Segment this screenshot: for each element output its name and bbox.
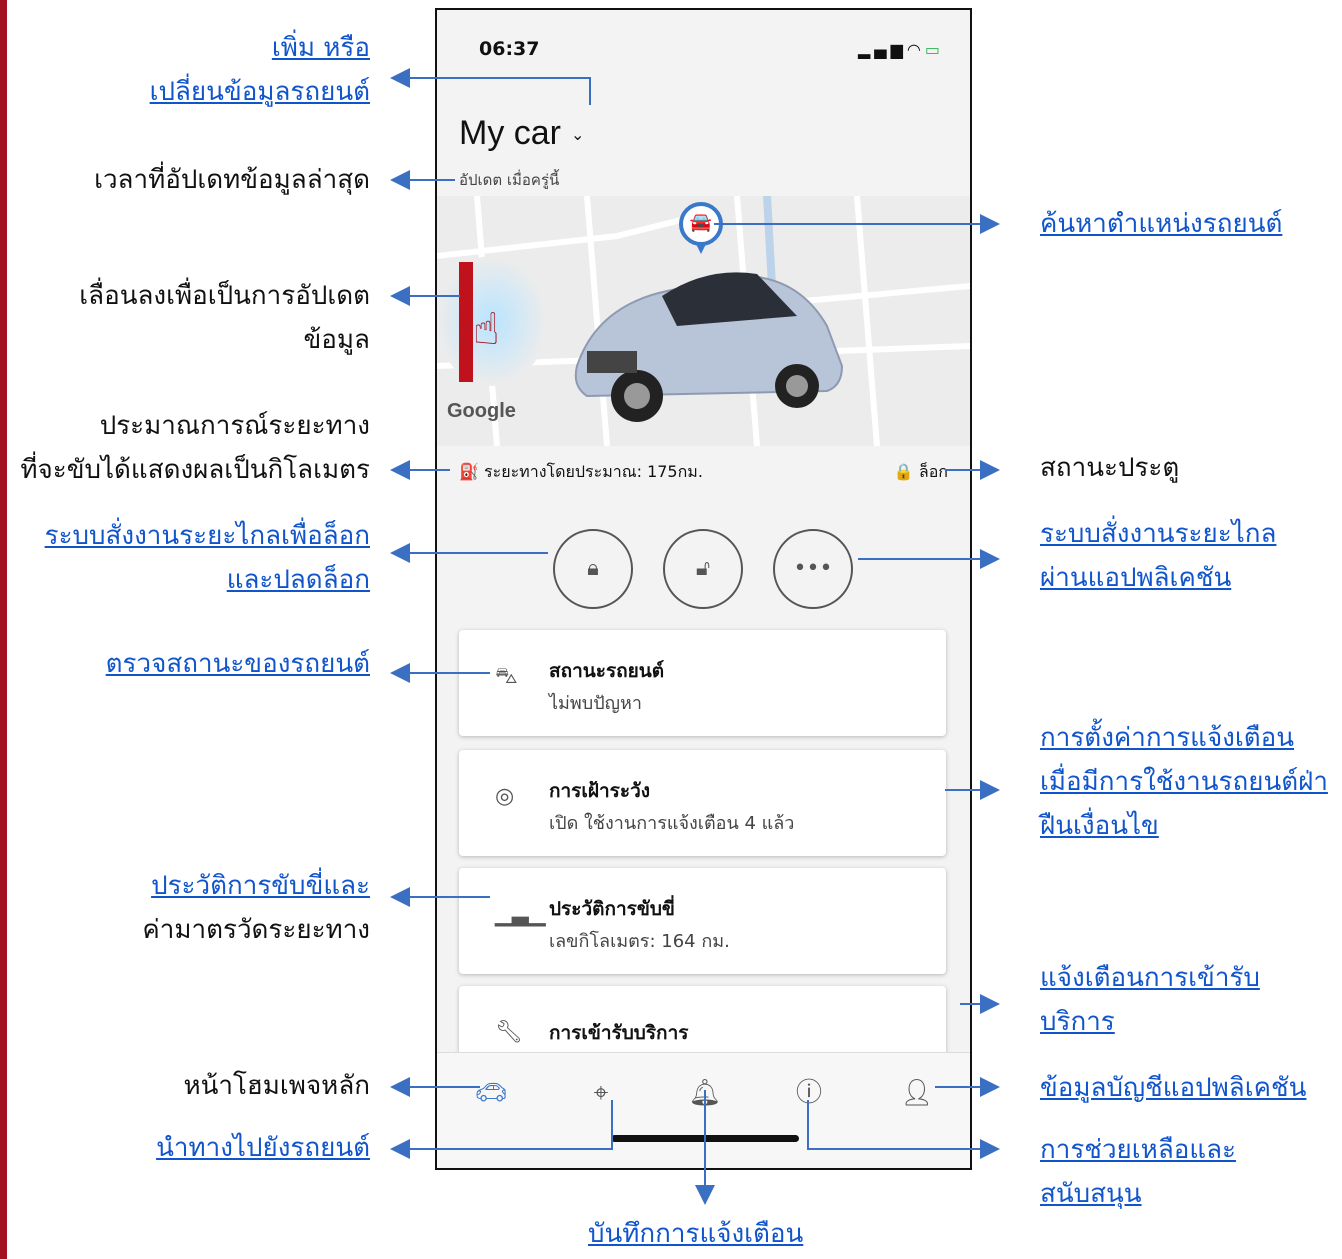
ann-check-status[interactable]: ตรวจสถานะของรถยนต์: [106, 642, 370, 686]
ann-line: ฝืนเงื่อนไข: [1040, 811, 1159, 841]
ann-door-status: สถานะประตู: [1040, 453, 1180, 483]
ann-history: ประวัติการขับขี่และ ค่ามาตรวัดระยะทาง: [142, 864, 370, 952]
ann-line: เปลี่ยนข้อมูลรถยนต์: [149, 77, 370, 107]
ann-remote-lock[interactable]: ระบบสั่งงานระยะไกลเพื่อล็อก และปลดล็อก: [45, 514, 370, 602]
ann-notif-log[interactable]: บันทึกการแจ้งเตือน: [588, 1212, 803, 1256]
ann-line: ข้อมูล: [303, 325, 370, 355]
ann-add-change[interactable]: เพิ่ม หรือ เปลี่ยนข้อมูลรถยนต์: [150, 26, 370, 114]
ann-last-update: เวลาที่อัปเดทข้อมูลล่าสุด: [94, 165, 370, 195]
ann-line: เลื่อนลงเพื่อเป็นการอัปเดต: [79, 281, 370, 311]
ann-navigate[interactable]: นำทางไปยังรถยนต์: [156, 1126, 370, 1170]
ann-line: การตั้งค่าการแจ้งเตือน: [1040, 723, 1295, 753]
ann-line: การช่วยเหลือและ: [1040, 1135, 1237, 1165]
ann-support[interactable]: การช่วยเหลือและ สนับสนุน: [1040, 1128, 1236, 1216]
ann-line: บริการ: [1040, 1007, 1115, 1037]
ann-find-car[interactable]: ค้นหาตำแหน่งรถยนต์: [1040, 202, 1282, 246]
ann-remote-app[interactable]: ระบบสั่งงานระยะไกล ผ่านแอปพลิเคชัน: [1040, 512, 1276, 600]
ann-line: ระบบสั่งงานระยะไกล: [1040, 519, 1277, 549]
ann-line: เมื่อมีการใช้งานรถยนต์ฝ่า: [1040, 767, 1328, 797]
ann-line: ระบบสั่งงานระยะไกลเพื่อล็อก: [44, 521, 370, 551]
ann-line: ค่ามาตรวัดระยะทาง: [142, 915, 370, 945]
ann-pull-down: เลื่อนลงเพื่อเป็นการอัปเดต ข้อมูล: [79, 274, 370, 362]
ann-line: เพิ่ม หรือ: [271, 33, 370, 63]
ann-service[interactable]: แจ้งเตือนการเข้ารับ บริการ: [1040, 956, 1260, 1044]
ann-line: ผ่านแอปพลิเคชัน: [1040, 563, 1232, 593]
ann-line: และปลดล็อก: [226, 565, 370, 595]
ann-line: สนับสนุน: [1040, 1179, 1142, 1209]
ann-line: ที่จะขับได้แสดงผลเป็นกิโลเมตร: [20, 455, 370, 485]
ann-alert[interactable]: การตั้งค่าการแจ้งเตือน เมื่อมีการใช้งานร…: [1040, 716, 1328, 848]
ann-account[interactable]: ข้อมูลบัญชีแอปพลิเคชัน: [1040, 1066, 1306, 1110]
ann-home: หน้าโฮมเพจหลัก: [183, 1071, 370, 1101]
ann-range: ประมาณการณ์ระยะทาง ที่จะขับได้แสดงผลเป็น…: [20, 404, 370, 492]
ann-line: ประมาณการณ์ระยะทาง: [99, 411, 370, 441]
ann-line[interactable]: ประวัติการขับขี่และ: [142, 864, 370, 908]
ann-line: แจ้งเตือนการเข้ารับ: [1040, 963, 1260, 993]
